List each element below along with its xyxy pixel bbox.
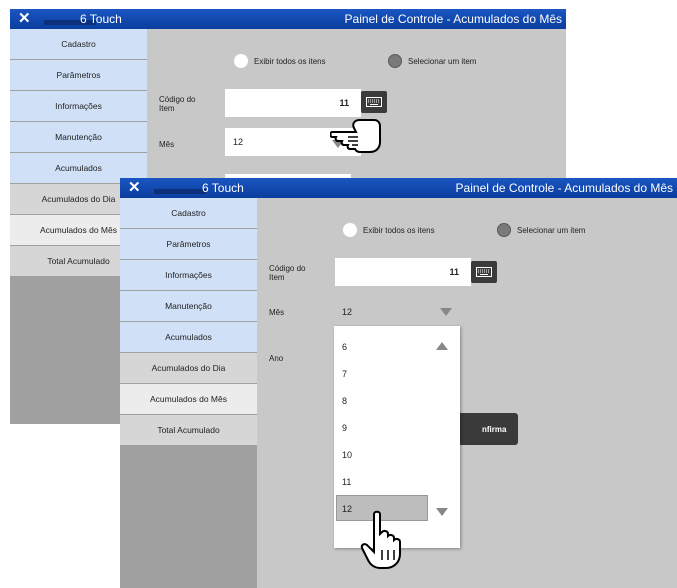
ano-label: Ano <box>269 354 284 363</box>
codigo-label: Código do Item <box>269 264 306 282</box>
radio-button[interactable] <box>388 54 402 68</box>
dropdown-option[interactable]: 9 <box>342 423 347 433</box>
radio-button[interactable] <box>497 223 511 237</box>
dropdown-option[interactable]: 12 <box>342 504 352 514</box>
radio-label: Exibir todos os itens <box>363 225 435 235</box>
scroll-down-icon[interactable] <box>436 508 448 516</box>
sidebar-item-cadastro[interactable]: Cadastro <box>10 29 147 59</box>
chevron-down-icon[interactable] <box>440 308 452 316</box>
radio-select-one[interactable]: Selecionar um item <box>497 223 585 237</box>
sidebar-item-parametros[interactable]: Parâmetros <box>120 229 257 259</box>
dropdown-option[interactable]: 7 <box>342 369 347 379</box>
radio-label: Selecionar um item <box>408 56 477 66</box>
dropdown-option[interactable]: 11 <box>342 477 351 487</box>
keyboard-icon <box>366 97 382 107</box>
sidebar-item-manutencao[interactable]: Manutenção <box>10 122 147 152</box>
radio-label: Exibir todos os itens <box>254 56 326 66</box>
titlebar: ✕ 6 Touch Painel de Controle - Acumulado… <box>120 178 677 198</box>
radio-show-all[interactable]: Exibir todos os itens <box>234 54 326 68</box>
window-title: Painel de Controle - Acumulados do Mês <box>344 12 562 26</box>
keyboard-icon <box>476 267 492 277</box>
hand-pointer-icon <box>360 510 401 569</box>
radio-label: Selecionar um item <box>517 225 586 235</box>
titlebar: ✕ 6 Touch Painel de Controle - Acumulado… <box>10 9 566 29</box>
close-icon[interactable]: ✕ <box>18 11 31 27</box>
mes-value[interactable]: 12 <box>342 308 352 317</box>
codigo-input[interactable]: 11 <box>335 258 471 286</box>
dropdown-option[interactable]: 6 <box>342 342 347 352</box>
radio-button[interactable] <box>343 223 357 237</box>
confirm-label: nfirma <box>482 424 507 434</box>
window-title: Painel de Controle - Acumulados do Mês <box>455 181 673 195</box>
sidebar-item-manutencao[interactable]: Manutenção <box>120 291 257 321</box>
logo <box>154 189 206 194</box>
sidebar-item-acumulados-dia[interactable]: Acumulados do Dia <box>120 353 257 383</box>
radio-select-one[interactable]: Selecionar um item <box>388 54 476 68</box>
dropdown-option[interactable]: 8 <box>342 396 347 406</box>
brand-name: 6 Touch <box>202 181 244 195</box>
close-icon[interactable]: ✕ <box>128 180 141 196</box>
dropdown-option[interactable]: 10 <box>342 450 352 460</box>
hand-pointer-icon <box>330 119 381 153</box>
sidebar-item-parametros[interactable]: Parâmetros <box>10 60 147 90</box>
sidebar-item-acumulados-mes[interactable]: Acumulados do Mês <box>120 384 257 414</box>
scroll-up-icon[interactable] <box>436 342 448 350</box>
keyboard-button[interactable] <box>471 261 497 283</box>
sidebar-item-cadastro[interactable]: Cadastro <box>120 198 257 228</box>
brand-name: 6 Touch <box>80 12 122 26</box>
radio-button[interactable] <box>234 54 248 68</box>
mes-label: Mês <box>159 140 175 149</box>
sidebar: Cadastro Parâmetros Informações Manutenç… <box>120 198 257 588</box>
radio-show-all[interactable]: Exibir todos os itens <box>343 223 435 237</box>
keyboard-button[interactable] <box>361 91 387 113</box>
sidebar-item-informacoes[interactable]: Informações <box>120 260 257 290</box>
mes-label: Mês <box>269 308 285 317</box>
codigo-label: Código do Item <box>159 95 196 113</box>
sidebar-item-acumulados[interactable]: Acumulados <box>120 322 257 352</box>
sidebar-item-total-acumulado[interactable]: Total Acumulado <box>120 415 257 445</box>
sidebar-item-informacoes[interactable]: Informações <box>10 91 147 121</box>
